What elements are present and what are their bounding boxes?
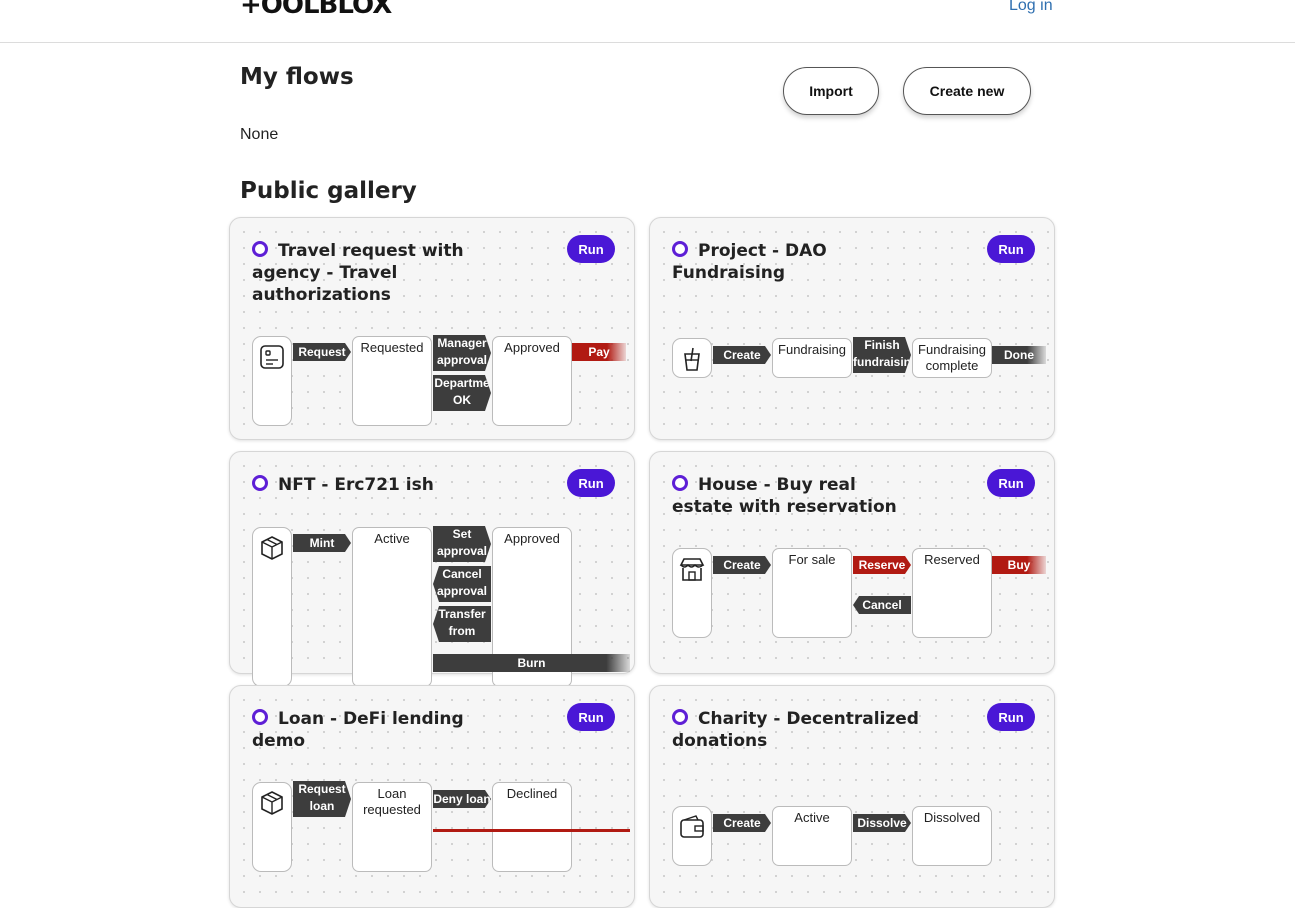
state-node: Active xyxy=(772,806,852,866)
state-node: Loan requested xyxy=(352,782,432,872)
run-button[interactable]: Run xyxy=(987,469,1035,497)
start-node xyxy=(252,336,292,426)
flow-card-loan[interactable]: Request loan Loan requested Deny loan De… xyxy=(229,685,635,908)
state-node: Fundraising complete xyxy=(912,338,992,378)
wallet-icon xyxy=(680,815,704,838)
transition-create: Create xyxy=(713,814,771,832)
transition-reserve: Reserve xyxy=(853,556,911,574)
run-button[interactable]: Run xyxy=(987,235,1035,263)
transition-set-approval: Set approval xyxy=(433,526,491,562)
my-flows-empty-text: None xyxy=(240,126,279,143)
transition-request-loan: Request loan xyxy=(293,781,351,817)
transition-cancel-approval: Cancel approval xyxy=(433,566,491,602)
flow-card-nft[interactable]: Mint Active Set approval Cancel approval… xyxy=(229,451,635,687)
card-title: Project - DAO Fundraising xyxy=(672,241,827,283)
state-node: Reserved xyxy=(912,548,992,638)
flow-card-charity[interactable]: Create Active Dissolve Dissolved Charity… xyxy=(649,685,1055,908)
start-node xyxy=(672,548,712,638)
transition-pay: Pay xyxy=(572,343,626,361)
run-button[interactable]: Run xyxy=(987,703,1035,731)
transition-mint: Mint xyxy=(293,534,351,552)
transition-burn: Burn xyxy=(433,654,630,672)
transition-manager-approval: Manager approval xyxy=(433,335,491,371)
card-title: Charity - Decentralized donations xyxy=(672,709,919,751)
flow-status-icon xyxy=(252,709,268,725)
create-new-button[interactable]: Create new xyxy=(903,67,1031,115)
run-button[interactable]: Run xyxy=(567,235,615,263)
flow-status-icon xyxy=(672,709,688,725)
state-node: Active xyxy=(352,527,432,687)
drink-icon xyxy=(684,347,700,371)
flow-card-travel[interactable]: Request Requested Manager approval Depar… xyxy=(229,217,635,440)
transition-create: Create xyxy=(713,556,771,574)
login-link[interactable]: Log in xyxy=(1009,0,1053,15)
form-icon xyxy=(260,345,284,369)
flow-status-icon xyxy=(252,475,268,491)
package-icon xyxy=(261,791,283,815)
start-node xyxy=(672,806,712,866)
card-title: House - Buy real estate with reservation xyxy=(672,475,897,517)
start-node xyxy=(672,338,712,378)
import-button[interactable]: Import xyxy=(783,67,879,115)
transition-request: Request xyxy=(293,343,351,361)
store-icon xyxy=(679,558,705,581)
transition-finish-fundraising: Finish fundraisin xyxy=(853,337,911,373)
flow-status-icon xyxy=(672,241,688,257)
card-title: NFT - Erc721 ish xyxy=(252,474,502,496)
top-bar: +OOLBLOX Log in xyxy=(0,0,1295,43)
state-node: Declined xyxy=(492,782,572,872)
state-node: Fundraising xyxy=(772,338,852,378)
card-title: Loan - DeFi lending demo xyxy=(252,709,464,751)
logo[interactable]: +OOLBLOX xyxy=(240,0,392,20)
start-node xyxy=(252,527,292,687)
transition-cancel: Cancel xyxy=(853,596,911,614)
flow-status-icon xyxy=(672,475,688,491)
state-node: Requested xyxy=(352,336,432,426)
state-node: Approved xyxy=(492,336,572,426)
flow-card-house[interactable]: Create For sale Reserve Cancel Reserved … xyxy=(649,451,1055,674)
transition-create: Create xyxy=(713,346,771,364)
public-gallery-heading: Public gallery xyxy=(240,178,417,204)
run-button[interactable]: Run xyxy=(567,703,615,731)
start-node xyxy=(252,782,292,872)
transition-done: Done xyxy=(992,346,1046,364)
card-title: Travel request with agency - Travel auth… xyxy=(252,241,464,305)
package-icon xyxy=(261,536,283,560)
transition-buy: Buy xyxy=(992,556,1046,574)
state-node: For sale xyxy=(772,548,852,638)
transition-department-ok: Departme OK xyxy=(433,375,491,411)
transition-deny-loan: Deny loan xyxy=(433,792,491,806)
transition-transfer-from: Transfer from xyxy=(433,606,491,642)
transition-dissolve: Dissolve xyxy=(853,814,911,832)
run-button[interactable]: Run xyxy=(567,469,615,497)
my-flows-heading: My flows xyxy=(240,64,354,90)
state-node: Dissolved xyxy=(912,806,992,866)
flow-card-dao-fundraising[interactable]: Create Fundraising Finish fundraisin Fun… xyxy=(649,217,1055,440)
flow-status-icon xyxy=(252,241,268,257)
